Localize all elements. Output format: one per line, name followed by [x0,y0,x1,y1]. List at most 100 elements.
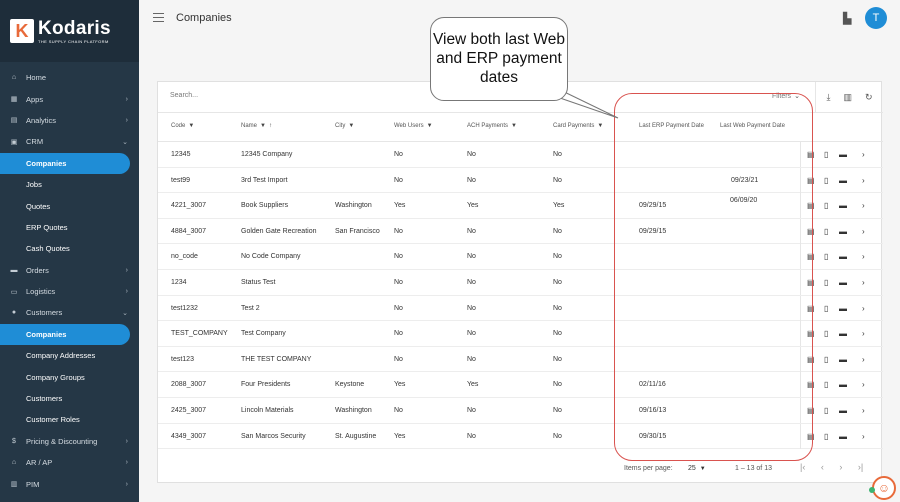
delivery-truck-icon[interactable]: ▬ [839,380,847,389]
notes-icon[interactable]: ▯ [824,304,828,313]
sidebar-item-crm[interactable]: ▣ CRM ⌄ [0,131,139,152]
sidebar-item-companies[interactable]: Companies [0,323,130,346]
cell-ach-payments: Yes [467,202,479,210]
notes-icon[interactable]: ▯ [824,329,828,338]
chat-icon[interactable]: ☺ [872,476,896,500]
chevron-right-icon[interactable]: › [862,355,865,364]
first-page-icon[interactable]: |‹ [800,462,805,472]
sidebar-item-label: Pricing & Discounting [26,436,98,446]
delivery-truck-icon[interactable]: ▬ [839,329,847,338]
chevron-right-icon[interactable]: › [862,329,865,338]
items-per-page-select[interactable]: 25 ▼ [688,465,706,472]
chevron-right-icon[interactable]: › [862,252,865,261]
next-page-icon[interactable]: › [839,462,842,472]
column-header-card-payments[interactable]: Card Payments ▼ [553,123,603,129]
sidebar-item-companies[interactable]: Companies [0,152,130,174]
cell-web-users: No [394,227,403,235]
sort-dropdown-icon[interactable]: ▼ [348,123,354,129]
cell-card-payments: No [553,253,562,261]
sidebar-item-cash-quotes[interactable]: Cash Quotes [0,238,139,259]
chevron-right-icon[interactable]: › [862,304,865,313]
notes-icon[interactable]: ▯ [824,150,828,159]
cell-web-users: No [394,253,403,261]
delivery-truck-icon[interactable]: ▬ [839,304,847,313]
cell-card-payments: No [553,279,562,286]
notes-icon[interactable]: ▯ [824,176,828,185]
delivery-truck-icon[interactable]: ▬ [839,201,847,210]
notes-icon[interactable]: ▯ [824,278,828,287]
chevron-right-icon[interactable]: › [862,278,865,287]
refresh-icon[interactable]: ↻ [865,92,873,103]
store-icon[interactable]: ▙ [843,12,851,25]
cell-code: test123 [171,355,194,363]
sidebar-item-pricing-discounting[interactable]: $ Pricing & Discounting › [0,431,139,452]
sort-dropdown-icon[interactable]: ▼ [597,123,603,129]
cell-ach-payments: No [467,253,476,261]
cell-name: Four Presidents [241,381,291,389]
sidebar-item-quotes[interactable]: Quotes [0,195,139,216]
sidebar-item-logistics[interactable]: ▭ Logistics › [0,281,139,302]
cell-name: Test 2 [241,304,260,312]
cell-code: 12345 [171,151,191,158]
chevron-right-icon[interactable]: › [862,380,865,389]
sidebar-item-jobs[interactable]: Jobs [0,174,139,195]
chevron-right-icon[interactable]: › [862,176,865,185]
sidebar-item-home[interactable]: ⌂ Home [0,67,139,88]
delivery-truck-icon[interactable]: ▬ [839,150,847,159]
notes-icon[interactable]: ▯ [824,380,828,389]
delivery-truck-icon[interactable]: ▬ [839,432,847,441]
sidebar-item-company-addresses[interactable]: Company Addresses [0,345,139,366]
logo[interactable]: K Kodaris THE SUPPLY CHAIN PLATFORM [0,0,139,62]
sort-dropdown-icon[interactable]: ▼ [188,123,194,129]
cell-city: San Francisco [335,227,380,235]
sidebar-item-customers[interactable]: Customers [0,388,139,409]
sidebar-item-erp-quotes[interactable]: ERP Quotes [0,217,139,238]
chevron-right-icon[interactable]: › [862,227,865,236]
delivery-truck-icon[interactable]: ▬ [839,406,847,415]
column-header-ach-payments[interactable]: ACH Payments ▼ [467,123,517,129]
chevron-right-icon[interactable]: › [862,150,865,159]
delivery-truck-icon[interactable]: ▬ [839,278,847,287]
columns-icon[interactable]: ▥ [843,92,852,103]
prev-page-icon[interactable]: ‹ [821,462,824,472]
notes-icon[interactable]: ▯ [824,252,828,261]
sort-dropdown-icon[interactable]: ▼ [260,123,266,129]
delivery-truck-icon[interactable]: ▬ [839,252,847,261]
chevron-right-icon[interactable]: › [862,432,865,441]
cell-ach-payments: Yes [467,381,479,389]
notes-icon[interactable]: ▯ [824,432,828,441]
menu-icon[interactable] [153,13,164,22]
last-page-icon[interactable]: ›| [858,462,863,472]
sort-dropdown-icon[interactable]: ▼ [427,123,433,129]
sidebar-item-customer-roles[interactable]: Customer Roles [0,409,139,430]
column-header-name[interactable]: Name ▼ ↑ [241,123,272,129]
avatar[interactable]: T [865,7,887,29]
chevron-right-icon[interactable]: › [862,406,865,415]
delivery-truck-icon[interactable]: ▬ [839,176,847,185]
cell-ach-payments: No [467,227,476,235]
sidebar-item-analytics[interactable]: ▤ Analytics › [0,110,139,131]
notes-icon[interactable]: ▯ [824,201,828,210]
cell-code: TEST_COMPANY [171,330,228,338]
sidebar-item-company-groups[interactable]: Company Groups [0,366,139,387]
sort-dropdown-icon[interactable]: ▼ [511,123,517,129]
sidebar-item-apps[interactable]: ▦ Apps › [0,88,139,109]
delivery-truck-icon[interactable]: ▬ [839,355,847,364]
search-input[interactable]: Search... [170,92,198,99]
sidebar-item-customers[interactable]: ● Customers ⌄ [0,302,139,323]
notes-icon[interactable]: ▯ [824,406,828,415]
column-header-code[interactable]: Code ▼ [171,123,194,129]
home-icon: ⌂ [11,74,17,82]
sort-ascending-icon[interactable]: ↑ [269,123,272,129]
chevron-right-icon[interactable]: › [862,201,865,210]
notes-icon[interactable]: ▯ [824,227,828,236]
sidebar-item-ar-ap[interactable]: ⌂ AR / AP › [0,452,139,473]
delivery-truck-icon[interactable]: ▬ [839,227,847,236]
column-header-label: Code [171,123,186,129]
download-icon[interactable]: ⤓ [826,92,830,103]
sidebar-item-pim[interactable]: ▥ PIM › [0,473,139,494]
column-header-web-users[interactable]: Web Users ▼ [394,123,433,129]
notes-icon[interactable]: ▯ [824,355,828,364]
sidebar-item-orders[interactable]: ▬ Orders › [0,260,139,281]
column-header-city[interactable]: City ▼ [335,123,354,129]
